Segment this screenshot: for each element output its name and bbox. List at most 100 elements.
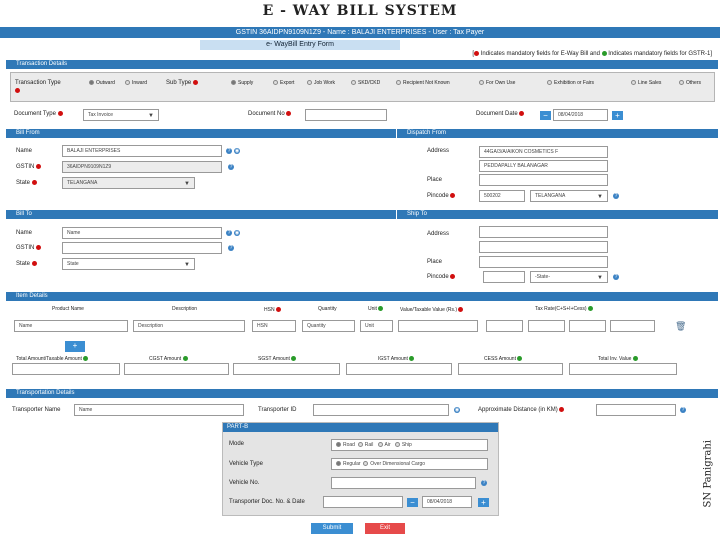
ship-pincode-input[interactable] <box>483 271 525 283</box>
mode-air[interactable]: Air <box>377 442 391 448</box>
subtype-job-work[interactable]: Job Work <box>307 80 335 86</box>
bill-from-header: Bill From <box>6 129 396 138</box>
dispatch-from-header: Dispatch From <box>397 129 718 138</box>
help-icon[interactable]: ? <box>226 148 232 154</box>
transporter-id-label: Transporter ID <box>258 407 297 413</box>
bill-to-gstin-input[interactable] <box>62 242 222 254</box>
document-date-input[interactable]: 08/04/2018 <box>553 109 608 121</box>
date-plus-button[interactable]: + <box>612 111 623 120</box>
ship-state-select[interactable]: -State- <box>530 271 608 283</box>
submit-button[interactable]: Submit <box>311 523 353 534</box>
cgst-amount-input[interactable] <box>124 363 229 375</box>
doc-date-minus-button[interactable]: − <box>407 498 418 507</box>
item-name-input[interactable]: Name <box>14 320 128 332</box>
dispatch-place-label: Place <box>427 177 443 183</box>
mode-ship[interactable]: Ship <box>394 442 412 448</box>
mode-road[interactable]: Road <box>336 442 355 448</box>
ship-address-label: Address <box>427 231 450 237</box>
doc-date-plus-button[interactable]: + <box>478 498 489 507</box>
add-item-button[interactable]: + <box>65 341 85 352</box>
radio-inward[interactable]: Inward <box>125 80 147 86</box>
bill-to-state-select[interactable]: State <box>62 258 195 270</box>
help-icon[interactable]: ? <box>613 193 619 199</box>
total-taxable-input[interactable] <box>12 363 120 375</box>
igst-amount-label: IGST Amount <box>378 356 415 362</box>
vehicle-type-odc[interactable]: Over Dimensional Cargo <box>363 461 425 467</box>
ship-address2-input[interactable] <box>479 241 608 253</box>
ship-place-input[interactable] <box>479 256 608 268</box>
view-icon[interactable]: ◉ <box>234 230 240 236</box>
tax-sgst-input[interactable] <box>528 320 565 332</box>
bill-to-header: Bill To <box>6 210 396 219</box>
date-minus-button[interactable]: − <box>540 111 551 120</box>
dispatch-place-input[interactable] <box>479 174 608 186</box>
igst-amount-input[interactable] <box>346 363 452 375</box>
bill-from-gstin-input[interactable]: 36AIDPN9109N1Z9 <box>62 161 222 173</box>
subtype-others[interactable]: Others <box>679 80 701 86</box>
dispatch-state-select[interactable]: TELANGANA <box>530 190 608 202</box>
item-unit-input[interactable]: Unit <box>360 320 393 332</box>
transporter-id-input[interactable] <box>313 404 449 416</box>
help-icon[interactable]: ? <box>228 164 234 170</box>
radio-outward[interactable]: Outward <box>89 80 115 86</box>
col-hsn: HSN <box>264 307 281 313</box>
view-icon[interactable]: ◉ <box>454 407 460 413</box>
dispatch-address1-input[interactable]: 44GA/3/A/AIKON COSMETICS F <box>479 146 608 158</box>
bill-to-state-label: State <box>16 261 37 267</box>
item-value-input[interactable] <box>398 320 478 332</box>
tax-cgst-input[interactable] <box>486 320 523 332</box>
document-no-input[interactable] <box>305 109 387 121</box>
ship-address1-input[interactable] <box>479 226 608 238</box>
distance-input[interactable] <box>596 404 676 416</box>
subtype-export[interactable]: Export <box>273 80 294 86</box>
vehicle-no-input[interactable] <box>331 477 476 489</box>
dispatch-pincode-input[interactable]: 500202 <box>479 190 525 202</box>
tax-igst-input[interactable] <box>569 320 606 332</box>
subtype-recipient-not-known[interactable]: Recipient Not Known <box>396 80 450 86</box>
vehicle-type-regular[interactable]: Regular <box>336 461 361 467</box>
author-credit: SN Panigrahi <box>702 440 713 508</box>
subtype-label: Sub Type <box>166 80 198 86</box>
ship-pincode-label: Pincode <box>427 274 456 280</box>
item-description-input[interactable]: Description <box>133 320 245 332</box>
subtype-own-use[interactable]: For Own Use <box>479 80 515 86</box>
bill-from-name-input[interactable]: BALAJI ENTERPRISES <box>62 145 222 157</box>
help-icon[interactable]: ? <box>228 245 234 251</box>
dispatch-pincode-label: Pincode <box>427 193 456 199</box>
document-type-select[interactable]: Tax Invoice <box>83 109 159 121</box>
view-icon[interactable]: ◉ <box>234 148 240 154</box>
transaction-type-panel: Transaction Type Outward Inward Sub Type… <box>10 72 715 102</box>
subtype-supply[interactable]: Supply <box>231 80 253 86</box>
dispatch-address2-input[interactable]: PEDDAPALLY BALANAGAR <box>479 160 608 172</box>
tax-cess-input[interactable] <box>610 320 655 332</box>
item-details-header: Item Details <box>6 292 718 301</box>
transporter-doc-date-input[interactable]: 08/04/2018 <box>422 496 472 508</box>
mode-rail[interactable]: Rail <box>357 442 373 448</box>
bill-to-name-input[interactable]: Name <box>62 227 222 239</box>
help-icon[interactable]: ? <box>481 480 487 486</box>
sgst-amount-label: SGST Amount <box>258 356 297 362</box>
item-hsn-input[interactable]: HSN <box>252 320 296 332</box>
exit-button[interactable]: Exit <box>365 523 405 534</box>
subtype-skd-ckd[interactable]: SKD/CKD <box>351 80 380 86</box>
help-icon[interactable]: ? <box>680 407 686 413</box>
subtype-exhibition[interactable]: Exhibition or Fairs <box>547 80 594 86</box>
cess-amount-input[interactable] <box>458 363 563 375</box>
subtype-line-sales[interactable]: Line Sales <box>631 80 661 86</box>
total-taxable-label: Total Amount/Taxable Amount <box>16 356 89 362</box>
col-description: Description <box>172 306 198 312</box>
transporter-doc-no-input[interactable] <box>323 496 403 508</box>
help-icon[interactable]: ? <box>613 274 619 280</box>
item-quantity-input[interactable]: Quantity <box>302 320 355 332</box>
transporter-name-label: Transporter Name <box>12 407 61 413</box>
trash-icon[interactable]: 🗑 <box>675 321 686 332</box>
part-b-panel: PART-B Mode Road Rail Air Ship Vehicle T… <box>222 422 499 516</box>
transporter-name-input[interactable]: Name <box>74 404 244 416</box>
distance-label: Approximate Distance (in KM) <box>478 407 565 413</box>
help-icon[interactable]: ? <box>226 230 232 236</box>
bill-from-state-select[interactable]: TELANGANA <box>62 177 195 189</box>
total-inv-value-input[interactable] <box>569 363 677 375</box>
col-quantity: Quantity <box>318 306 337 312</box>
sgst-amount-input[interactable] <box>233 363 340 375</box>
app-title: E - WAY BILL SYSTEM <box>262 3 458 19</box>
